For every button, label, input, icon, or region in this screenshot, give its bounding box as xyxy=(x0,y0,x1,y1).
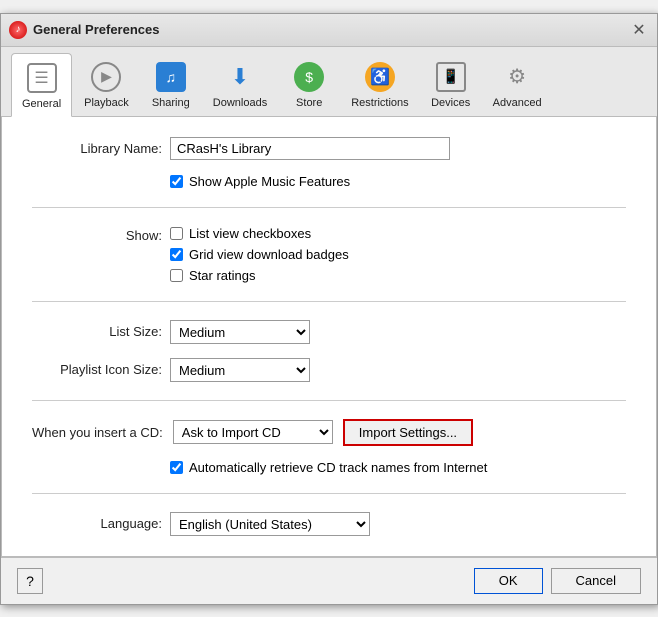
title-bar: ♪ General Preferences ✕ xyxy=(1,14,657,47)
app-icon: ♪ xyxy=(9,21,27,39)
tab-advanced[interactable]: ⚙ Advanced xyxy=(483,53,552,116)
library-name-input[interactable] xyxy=(170,137,450,160)
import-settings-button[interactable]: Import Settings... xyxy=(343,419,473,446)
general-icon: ☰ xyxy=(24,60,60,96)
tab-advanced-label: Advanced xyxy=(493,97,542,109)
divider-3 xyxy=(32,400,626,401)
footer-buttons: OK Cancel xyxy=(474,568,641,594)
sharing-icon: ♫ xyxy=(153,59,189,95)
toolbar: ☰ General ▶ Playback ♫ Sharing ⬇ Downloa… xyxy=(1,47,657,117)
insert-cd-label: When you insert a CD: xyxy=(32,425,163,440)
list-size-row: List Size: Small Medium Large xyxy=(32,320,626,344)
tab-downloads[interactable]: ⬇ Downloads xyxy=(203,53,277,116)
tab-playback-label: Playback xyxy=(84,97,129,109)
show-checkboxes: List view checkboxes Grid view download … xyxy=(170,226,349,283)
help-button[interactable]: ? xyxy=(17,568,43,594)
list-view-checkbox[interactable] xyxy=(170,227,183,240)
library-name-row: Library Name: xyxy=(32,137,626,160)
apple-music-checkbox[interactable] xyxy=(170,175,183,188)
playlist-icon-size-label: Playlist Icon Size: xyxy=(32,362,162,377)
auto-retrieve-checkbox[interactable] xyxy=(170,461,183,474)
divider-4 xyxy=(32,493,626,494)
footer: ? OK Cancel xyxy=(1,557,657,604)
tab-general[interactable]: ☰ General xyxy=(11,53,72,117)
auto-retrieve-label: Automatically retrieve CD track names fr… xyxy=(189,460,487,475)
devices-icon: 📱 xyxy=(433,59,469,95)
divider-1 xyxy=(32,207,626,208)
list-size-select[interactable]: Small Medium Large xyxy=(170,320,310,344)
cancel-button[interactable]: Cancel xyxy=(551,568,641,594)
tab-sharing[interactable]: ♫ Sharing xyxy=(141,53,201,116)
content-area: Library Name: Show Apple Music Features … xyxy=(1,117,657,557)
divider-2 xyxy=(32,301,626,302)
playlist-icon-size-select[interactable]: Small Medium Large xyxy=(170,358,310,382)
tab-general-label: General xyxy=(22,98,61,110)
star-ratings-checkbox[interactable] xyxy=(170,269,183,282)
star-ratings-label: Star ratings xyxy=(189,268,255,283)
tab-restrictions-label: Restrictions xyxy=(351,97,408,109)
title-bar-left: ♪ General Preferences xyxy=(9,21,159,39)
language-label: Language: xyxy=(32,516,162,531)
tab-restrictions[interactable]: ♿ Restrictions xyxy=(341,53,418,116)
tab-devices[interactable]: 📱 Devices xyxy=(421,53,481,116)
cd-action-select[interactable]: Ask to Import CD Import CD Import CD and… xyxy=(173,420,333,444)
apple-music-label: Show Apple Music Features xyxy=(189,174,350,189)
downloads-icon: ⬇ xyxy=(222,59,258,95)
close-button[interactable]: ✕ xyxy=(629,20,649,40)
tab-sharing-label: Sharing xyxy=(152,97,190,109)
preferences-window: ♪ General Preferences ✕ ☰ General ▶ Play… xyxy=(0,13,658,605)
list-size-label: List Size: xyxy=(32,324,162,339)
tab-devices-label: Devices xyxy=(431,97,470,109)
store-icon: $ xyxy=(291,59,327,95)
apple-music-row: Show Apple Music Features xyxy=(170,174,626,189)
show-section: Show: List view checkboxes Grid view dow… xyxy=(32,226,626,283)
auto-retrieve-row: Automatically retrieve CD track names fr… xyxy=(170,460,626,475)
tab-downloads-label: Downloads xyxy=(213,97,267,109)
show-star-ratings-row: Star ratings xyxy=(170,268,349,283)
tab-store[interactable]: $ Store xyxy=(279,53,339,116)
show-grid-view-row: Grid view download badges xyxy=(170,247,349,262)
insert-cd-row: When you insert a CD: Ask to Import CD I… xyxy=(32,419,626,446)
grid-view-checkbox[interactable] xyxy=(170,248,183,261)
advanced-icon: ⚙ xyxy=(499,59,535,95)
show-label: Show: xyxy=(32,226,162,283)
tab-playback[interactable]: ▶ Playback xyxy=(74,53,139,116)
playback-icon: ▶ xyxy=(88,59,124,95)
grid-view-label: Grid view download badges xyxy=(189,247,349,262)
language-select[interactable]: English (United States) English (UK) Esp… xyxy=(170,512,370,536)
language-row: Language: English (United States) Englis… xyxy=(32,512,626,536)
tab-store-label: Store xyxy=(296,97,322,109)
general-form: Library Name: Show Apple Music Features … xyxy=(32,137,626,536)
show-list-view-row: List view checkboxes xyxy=(170,226,349,241)
library-name-label: Library Name: xyxy=(32,141,162,156)
restrictions-icon: ♿ xyxy=(362,59,398,95)
ok-button[interactable]: OK xyxy=(474,568,543,594)
playlist-icon-size-row: Playlist Icon Size: Small Medium Large xyxy=(32,358,626,382)
list-view-label: List view checkboxes xyxy=(189,226,311,241)
window-title: General Preferences xyxy=(33,22,159,37)
